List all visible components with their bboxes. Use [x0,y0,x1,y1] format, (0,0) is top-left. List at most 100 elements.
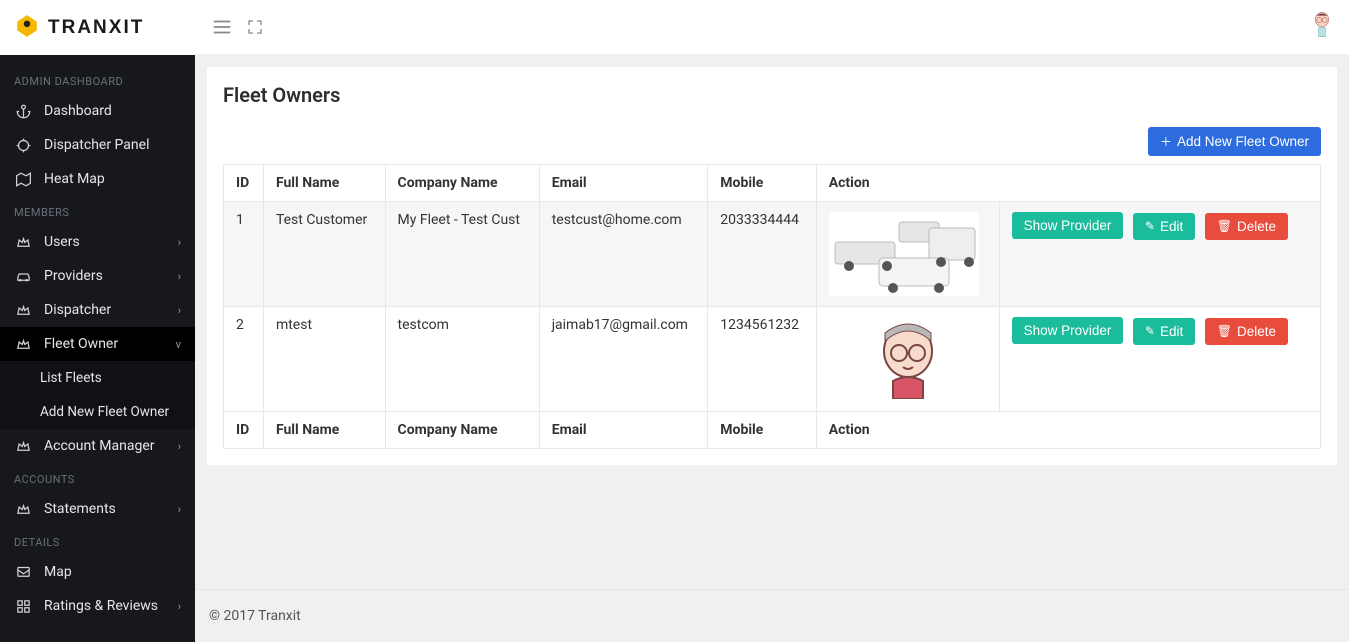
col-id[interactable]: ID [224,165,264,202]
fcol-full-name: Full Name [263,412,385,449]
sidebar-item-dispatcher-panel[interactable]: Dispatcher Panel [0,128,195,162]
cell-email: testcust@home.com [539,202,708,307]
sidebar-item-providers[interactable]: Providers › [0,259,195,293]
cell-id: 1 [224,202,264,307]
grid-icon [14,599,32,614]
brand-logo-icon [14,13,40,43]
crown-icon [14,337,32,352]
fcol-company: Company Name [385,412,539,449]
edit-button[interactable]: ✎ Edit [1133,213,1195,240]
show-provider-button[interactable]: Show Provider [1012,212,1124,239]
sidebar-item-ratings-reviews[interactable]: Ratings & Reviews › [0,589,195,623]
button-label: Show Provider [1024,323,1112,338]
sidebar-item-label: Map [44,564,72,580]
col-mobile[interactable]: Mobile [708,165,816,202]
button-label: Delete [1237,219,1276,234]
add-new-fleet-owner-button[interactable]: ＋ Add New Fleet Owner [1148,127,1321,156]
cell-company: My Fleet - Test Cust [385,202,539,307]
chevron-down-icon: v [176,338,181,351]
col-email[interactable]: Email [539,165,708,202]
sidebar-item-label: Dispatcher [44,302,111,318]
panel: Fleet Owners ＋ Add New Fleet Owner ID Fu… [207,67,1337,465]
crown-icon [14,235,32,250]
show-provider-button[interactable]: Show Provider [1012,317,1124,344]
sidebar-item-label: Fleet Owner [44,336,118,352]
button-label: Show Provider [1024,218,1112,233]
sidebar-item-statements[interactable]: Statements › [0,492,195,526]
crown-icon [14,303,32,318]
sidebar-item-dashboard[interactable]: Dashboard [0,94,195,128]
sidebar-item-label: Users [44,234,80,250]
pencil-icon: ✎ [1145,324,1155,338]
map-icon [14,172,32,187]
sidebar-subitem-add-new-fleet-owner[interactable]: Add New Fleet Owner [0,395,195,429]
fleet-owners-table: ID Full Name Company Name Email Mobile A… [223,164,1321,449]
button-label: Add New Fleet Owner [1177,134,1309,149]
avatar-image-icon [873,319,943,399]
vehicles-image-icon [829,212,979,296]
chevron-right-icon: › [178,270,181,283]
footer: © 2017 Tranxit [195,589,1349,642]
sidebar-subitem-label: Add New Fleet Owner [40,404,169,420]
sidebar-nav: ADMIN DASHBOARD Dashboard Dispatcher Pan… [0,55,195,623]
sidebar-item-users[interactable]: Users › [0,225,195,259]
fullscreen-button[interactable] [247,19,263,35]
sidebar-item-fleet-owner[interactable]: Fleet Owner v [0,327,195,361]
table-row: 1 Test Customer My Fleet - Test Cust tes… [224,202,1321,307]
expand-icon [247,19,263,35]
cell-thumb [816,307,999,412]
chevron-right-icon: › [178,440,181,453]
chevron-right-icon: › [178,503,181,516]
col-full-name[interactable]: Full Name [263,165,385,202]
user-menu[interactable] [1311,11,1333,43]
pencil-icon: ✎ [1145,219,1155,233]
cell-actions: Show Provider ✎ Edit 🗑Delete [999,307,1320,412]
avatar-icon [1311,11,1333,39]
sidebar-item-dispatcher[interactable]: Dispatcher › [0,293,195,327]
brand[interactable]: TRANXIT [0,0,195,55]
cell-thumb [816,202,999,307]
add-button-row: ＋ Add New Fleet Owner [223,127,1321,156]
plus-icon: ＋ [1160,133,1172,150]
sidebar-item-label: Providers [44,268,103,284]
fcol-action: Action [816,412,1320,449]
cell-email: jaimab17@gmail.com [539,307,708,412]
button-label: Delete [1237,324,1276,339]
hamburger-icon [211,16,233,38]
target-icon [14,138,32,153]
page-title: Fleet Owners [223,83,1321,107]
trash-icon: 🗑 [1217,219,1232,233]
sidebar-item-label: Account Manager [44,438,155,454]
brand-name: TRANXIT [48,17,144,39]
button-label: Edit [1160,324,1183,339]
chevron-right-icon: › [178,600,181,613]
nav-section-admin: ADMIN DASHBOARD [0,65,195,94]
sidebar-subitem-list-fleets[interactable]: List Fleets [0,361,195,395]
sidebar-item-map[interactable]: Map [0,555,195,589]
cell-id: 2 [224,307,264,412]
col-company[interactable]: Company Name [385,165,539,202]
nav-section-members: MEMBERS [0,196,195,225]
sidebar-item-label: Statements [44,501,116,517]
crown-icon [14,439,32,454]
anchor-icon [14,104,32,119]
sidebar-item-label: Dispatcher Panel [44,137,150,153]
delete-button[interactable]: 🗑Delete [1205,318,1288,345]
fleet-thumbnail [866,317,950,401]
nav-section-details: DETAILS [0,526,195,555]
sidebar-item-label: Dashboard [44,103,112,119]
toggle-sidebar-button[interactable] [211,16,233,38]
sidebar-subitem-label: List Fleets [40,370,102,386]
sidebar-item-heat-map[interactable]: Heat Map [0,162,195,196]
car-icon [14,269,32,284]
sidebar-item-account-manager[interactable]: Account Manager › [0,429,195,463]
sidebar-item-label: Heat Map [44,171,105,187]
edit-button[interactable]: ✎ Edit [1133,318,1195,345]
content: Fleet Owners ＋ Add New Fleet Owner ID Fu… [195,55,1349,589]
main: Fleet Owners ＋ Add New Fleet Owner ID Fu… [195,0,1349,642]
table-footer-row: ID Full Name Company Name Email Mobile A… [224,412,1321,449]
cell-company: testcom [385,307,539,412]
delete-button[interactable]: 🗑 Delete [1205,213,1288,240]
button-label: Edit [1160,219,1183,234]
table-header-row: ID Full Name Company Name Email Mobile A… [224,165,1321,202]
